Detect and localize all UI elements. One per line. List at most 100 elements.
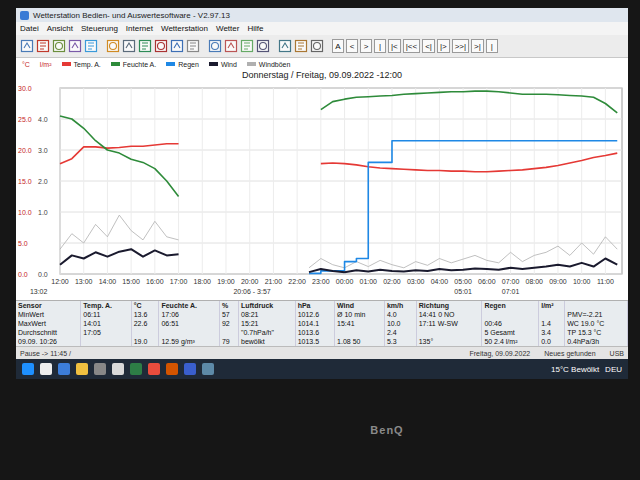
column-header: Regen bbox=[482, 301, 539, 310]
menu-item[interactable]: Hilfe bbox=[247, 24, 263, 33]
tool-icon[interactable] bbox=[106, 39, 120, 53]
table-row: MinWert06:1113.617:065708:211012.6Ø 10 m… bbox=[16, 310, 628, 319]
table-cell: 1013.5 bbox=[295, 337, 334, 346]
app-icon[interactable] bbox=[184, 363, 196, 375]
table-cell: 2.4 bbox=[384, 328, 416, 337]
nav-button[interactable]: >>| bbox=[452, 39, 469, 53]
table-row: MaxWert14:0122.606:519215:211014.115:411… bbox=[16, 319, 628, 328]
series-line bbox=[309, 237, 617, 268]
tool-icon[interactable] bbox=[240, 39, 254, 53]
tool-icon[interactable] bbox=[122, 39, 136, 53]
app-icon[interactable] bbox=[130, 363, 142, 375]
tool-icon[interactable] bbox=[68, 39, 82, 53]
tool-icon-frame bbox=[280, 41, 291, 52]
tool-icon[interactable] bbox=[294, 39, 308, 53]
tool-icon-frame bbox=[312, 41, 323, 52]
grid-line bbox=[60, 212, 622, 213]
x-tick: 13:00 bbox=[75, 278, 93, 285]
tool-icon[interactable] bbox=[84, 39, 98, 53]
legend-swatch bbox=[247, 62, 256, 66]
menu-item[interactable]: Datei bbox=[20, 24, 39, 33]
app-icon[interactable] bbox=[94, 363, 106, 375]
nav-button[interactable]: < bbox=[346, 39, 358, 53]
nav-button[interactable]: | bbox=[374, 39, 386, 53]
tool-icon[interactable] bbox=[224, 39, 238, 53]
plot-area bbox=[60, 88, 622, 274]
chart-note: 07:01 bbox=[502, 288, 520, 295]
table-cell: Durchschnitt bbox=[16, 328, 81, 337]
table-cell: "0.7hPa/h" bbox=[238, 328, 295, 337]
nav-button[interactable]: |< bbox=[388, 39, 401, 53]
tool-icon[interactable] bbox=[310, 39, 324, 53]
menu-item[interactable]: Wetterstation bbox=[161, 24, 208, 33]
menu-item[interactable]: Steuerung bbox=[81, 24, 118, 33]
tool-icon[interactable] bbox=[36, 39, 50, 53]
table-cell: 08:21 bbox=[238, 310, 295, 319]
tool-icon-frame bbox=[140, 41, 151, 52]
legend-swatch bbox=[62, 62, 71, 66]
nav-button[interactable]: > bbox=[360, 39, 372, 53]
chart: °Cl/m²Temp. A.Feuchte A.RegenWindWindböe… bbox=[16, 58, 628, 300]
start-icon[interactable] bbox=[22, 363, 34, 375]
table-header: SensorTemp. A.°CFeuchte A.%LuftdruckhPaW… bbox=[16, 301, 628, 310]
app-icon[interactable] bbox=[202, 363, 214, 375]
legend-swatch bbox=[111, 62, 120, 66]
nav-button[interactable]: >| bbox=[471, 39, 484, 53]
tool-icon[interactable] bbox=[138, 39, 152, 53]
column-header: Wind bbox=[335, 301, 385, 310]
tool-icon-frame bbox=[54, 41, 65, 52]
table-cell: 12.59 g/m³ bbox=[159, 337, 219, 346]
app-icon[interactable] bbox=[166, 363, 178, 375]
tool-icon[interactable] bbox=[20, 39, 34, 53]
nav-button[interactable]: |> bbox=[437, 39, 450, 53]
app-icon[interactable] bbox=[40, 363, 52, 375]
x-tick: 18:00 bbox=[194, 278, 212, 285]
y-tick: 3.0 bbox=[38, 147, 48, 154]
nav-button[interactable]: | bbox=[486, 39, 498, 53]
weather-widget[interactable]: 15°C Bewölkt bbox=[551, 365, 599, 374]
table-cell: 1.4 bbox=[539, 319, 565, 328]
window-title: Wetterstation Bedien- und Auswertesoftwa… bbox=[33, 11, 230, 20]
grid-line bbox=[486, 88, 487, 274]
tool-icon[interactable] bbox=[208, 39, 222, 53]
language-indicator[interactable]: DEU bbox=[605, 365, 622, 374]
app-icon[interactable] bbox=[76, 363, 88, 375]
tool-icon-frame bbox=[108, 41, 119, 52]
data-table: SensorTemp. A.°CFeuchte A.%LuftdruckhPaW… bbox=[16, 300, 628, 346]
app-icon[interactable] bbox=[58, 363, 70, 375]
tool-icon[interactable] bbox=[170, 39, 184, 53]
tool-icon[interactable] bbox=[278, 39, 292, 53]
tool-icon[interactable] bbox=[52, 39, 66, 53]
tool-icon[interactable] bbox=[154, 39, 168, 53]
menu-item[interactable]: Wetter bbox=[216, 24, 239, 33]
table-cell: 17:11 W-SW bbox=[416, 319, 482, 328]
tool-icon-frame bbox=[124, 41, 135, 52]
app-icon[interactable] bbox=[148, 363, 160, 375]
tool-icon[interactable] bbox=[186, 39, 200, 53]
table-cell: 1.08 50 bbox=[335, 337, 385, 346]
nav-button[interactable]: |<< bbox=[403, 39, 420, 53]
table-cell: 00:46 bbox=[482, 319, 539, 328]
tool-icon-mark bbox=[56, 43, 63, 50]
app-icon[interactable] bbox=[112, 363, 124, 375]
series-line bbox=[60, 116, 179, 197]
table-cell: 17:06 bbox=[159, 310, 219, 319]
menu-item[interactable]: Internet bbox=[126, 24, 153, 33]
nav-button[interactable]: <| bbox=[422, 39, 435, 53]
y-tick: 5.0 bbox=[18, 240, 28, 247]
table-row: Durchschnitt17:05"0.7hPa/h"1013.62.45 Ge… bbox=[16, 328, 628, 337]
y-tick: 30.0 bbox=[18, 85, 32, 92]
legend-label: Temp. A. bbox=[74, 61, 101, 68]
x-tick: 15:00 bbox=[122, 278, 140, 285]
column-header: Richtung bbox=[416, 301, 482, 310]
x-tick: 01:00 bbox=[360, 278, 378, 285]
nav-button[interactable]: A bbox=[332, 39, 344, 53]
tool-icon[interactable] bbox=[256, 39, 270, 53]
table-cell: 10.0 bbox=[384, 319, 416, 328]
x-tick: 10:00 bbox=[573, 278, 591, 285]
table-cell: 50 2.4 l/m² bbox=[482, 337, 539, 346]
tool-icon-mark bbox=[260, 43, 267, 50]
menu-item[interactable]: Ansicht bbox=[47, 24, 73, 33]
tool-icon-mark bbox=[110, 43, 117, 50]
grid-line bbox=[60, 181, 622, 182]
